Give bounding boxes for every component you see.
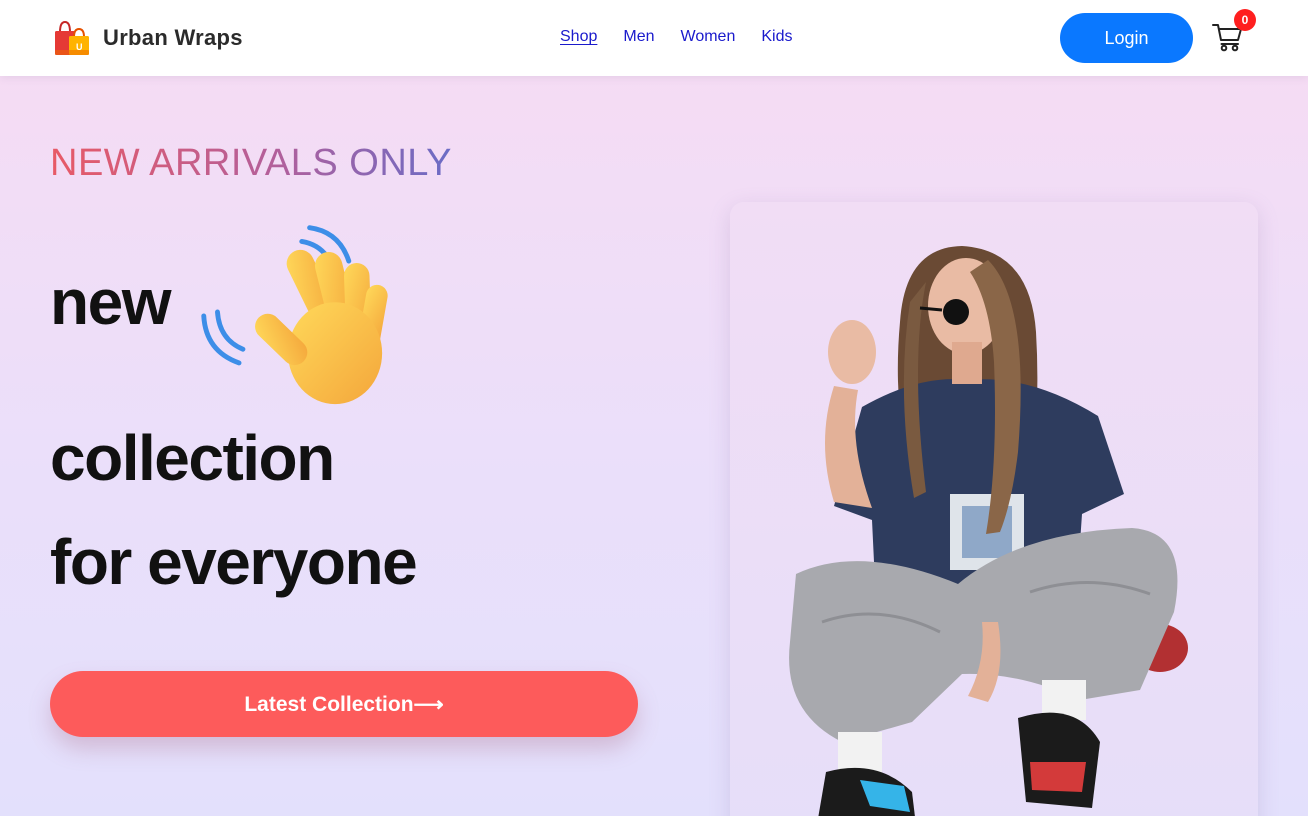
cart-count-badge: 0 xyxy=(1234,9,1256,31)
nav-link-women[interactable]: Women xyxy=(681,28,736,45)
latest-collection-button[interactable]: Latest Collection⟶ xyxy=(50,671,638,737)
hero-tagline: NEW ARRIVALS ONLY xyxy=(50,142,452,184)
login-button[interactable]: Login xyxy=(1060,13,1193,63)
svg-text:U: U xyxy=(76,42,83,52)
cart-button[interactable]: 0 xyxy=(1212,9,1258,54)
nav-link-shop[interactable]: Shop xyxy=(560,28,597,45)
nav-item-shop: Shop xyxy=(560,28,597,46)
nav-link-kids[interactable]: Kids xyxy=(761,28,792,45)
main-nav: Shop Men Women Kids xyxy=(560,28,792,46)
brand[interactable]: U Urban Wraps xyxy=(52,18,243,58)
navbar: U Urban Wraps Shop Men Women Kids Login … xyxy=(0,0,1308,76)
nav-item-kids: Kids xyxy=(761,28,792,46)
brand-name: Urban Wraps xyxy=(103,25,243,50)
nav-item-men: Men xyxy=(623,28,654,46)
waving-hand-icon xyxy=(201,225,388,405)
nav-link-men[interactable]: Men xyxy=(623,28,654,45)
model-crouching-photo xyxy=(789,246,1188,816)
headline-line-2: collection xyxy=(50,422,335,494)
shopping-bags-logo-icon: U xyxy=(55,20,89,55)
hero-section: NEW ARRIVALS ONLY new collection for eve… xyxy=(0,76,1308,816)
headline-line-3: for everyone xyxy=(50,526,418,598)
headline-line-1: new xyxy=(50,266,171,338)
hero-image-card xyxy=(730,202,1258,816)
nav-item-women: Women xyxy=(681,28,736,46)
